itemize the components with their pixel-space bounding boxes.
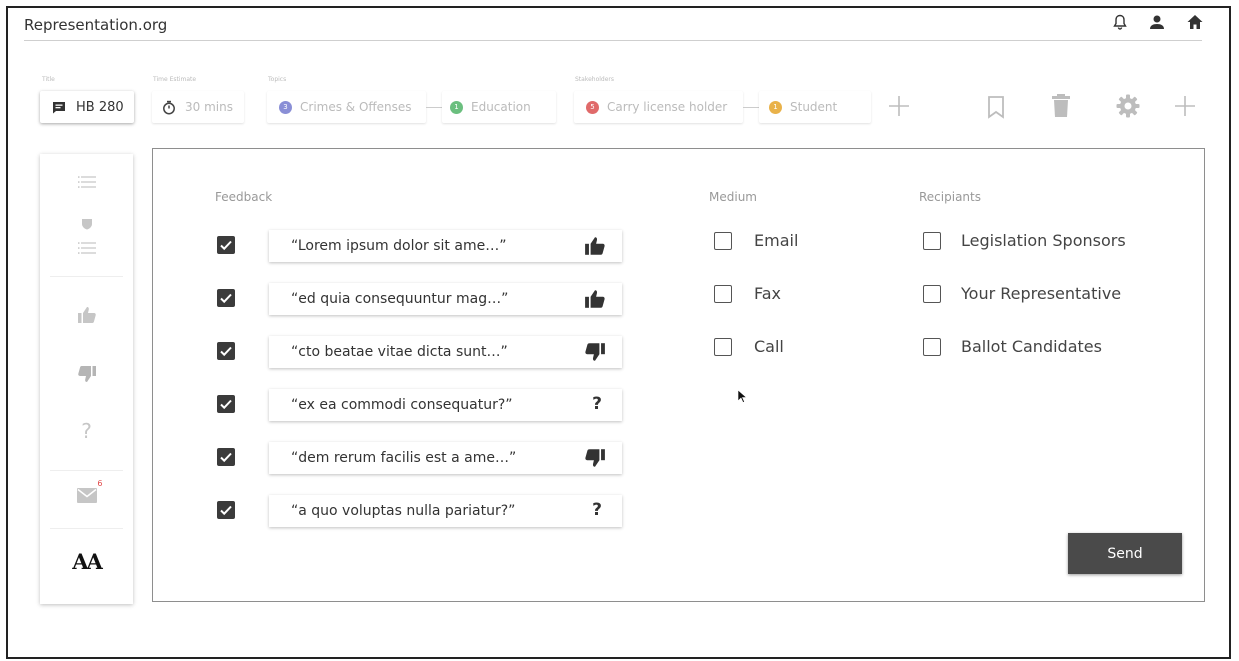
feedback-text: “a quo voluptas nulla pariatur?” (291, 503, 516, 519)
medium-fax-label: Fax (754, 284, 782, 303)
feedback-text: “dem rerum facilis est a ame…” (291, 450, 517, 466)
recipient-candidates-label: Ballot Candidates (961, 337, 1102, 356)
thumbs-up-icon[interactable] (40, 306, 133, 324)
feedback-text: “Lorem ipsum dolor sit ame…” (291, 238, 507, 254)
title-field-label: Title (42, 76, 55, 83)
stakeholder-label: Carry license holder (607, 100, 728, 114)
feedback-text: “cto beatae vitae dicta sunt…” (291, 344, 508, 360)
recipient-sponsors-checkbox[interactable] (923, 232, 941, 250)
feedback-item[interactable]: “a quo voluptas nulla pariatur?” ? (269, 495, 622, 527)
stakeholder-chip[interactable]: 1 Student (759, 91, 871, 123)
medium-fax-checkbox[interactable] (714, 285, 732, 303)
question-icon: ? (592, 394, 602, 414)
mouse-cursor-icon (737, 388, 748, 407)
feedback-checkbox[interactable] (217, 342, 235, 360)
feedback-item[interactable]: “Lorem ipsum dolor sit ame…” (269, 230, 622, 262)
add-stakeholder-icon[interactable] (886, 93, 912, 123)
recipient-sponsors-label: Legislation Sponsors (961, 231, 1126, 250)
thumbs-down-icon[interactable] (40, 365, 133, 383)
top-icons (1113, 14, 1203, 30)
user-icon[interactable] (1149, 14, 1165, 30)
topics-field-label: Topics (268, 76, 287, 83)
feedback-item[interactable]: “dem rerum facilis est a ame…” (269, 442, 622, 474)
mail-count-badge: 6 (97, 479, 103, 488)
topic-chip[interactable]: 1 Education (442, 91, 556, 123)
feedback-checkbox[interactable] (217, 395, 235, 413)
topic-badge: 1 (450, 100, 463, 114)
stakeholder-label: Student (790, 100, 838, 114)
recipient-representative-checkbox[interactable] (923, 285, 941, 303)
chip-connector (426, 107, 442, 108)
feedback-item[interactable]: “ex ea commodi consequatur?” ? (269, 389, 622, 421)
send-button[interactable]: Send (1068, 533, 1182, 574)
trash-icon[interactable] (1050, 94, 1072, 122)
font-size-button[interactable]: AA (40, 549, 133, 574)
sidebar-divider (50, 470, 123, 471)
list-icon[interactable] (40, 242, 133, 254)
recipient-candidates-checkbox[interactable] (923, 338, 941, 356)
recipient-representative-label: Your Representative (961, 284, 1122, 303)
gear-icon[interactable] (1116, 94, 1140, 122)
bill-title: HB 280 (76, 99, 124, 115)
feedback-checkbox[interactable] (217, 501, 235, 519)
medium-call-checkbox[interactable] (714, 338, 732, 356)
topic-label: Education (471, 100, 531, 114)
stakeholder-badge: 5 (586, 100, 599, 114)
thumbs-up-icon (584, 236, 606, 260)
shield-icon[interactable] (40, 218, 133, 230)
sidebar-divider (50, 276, 123, 277)
thumbs-down-icon (584, 448, 606, 472)
bookmark-icon[interactable] (986, 95, 1006, 123)
site-title[interactable]: Representation.org (24, 16, 167, 34)
medium-label: Medium (709, 190, 757, 204)
mail-icon[interactable]: 6 (40, 479, 133, 504)
thumbs-up-icon (584, 289, 606, 313)
stakeholder-badge: 1 (769, 100, 782, 114)
chip-connector (743, 107, 759, 108)
bell-icon[interactable] (1113, 14, 1127, 30)
feedback-text: “ed quia consequuntur mag…” (291, 291, 509, 307)
stakeholders-field-label: Stakeholders (575, 76, 615, 83)
topic-label: Crimes & Offenses (300, 100, 412, 114)
medium-call-label: Call (754, 337, 784, 356)
time-estimate-chip[interactable]: 30 mins (152, 91, 244, 123)
feedback-checkbox[interactable] (217, 289, 235, 307)
time-field-label: Time Estimate (153, 76, 197, 83)
time-estimate-value: 30 mins (185, 100, 233, 114)
sidebar: ? 6 AA (40, 154, 133, 604)
feedback-text: “ex ea commodi consequatur?” (291, 397, 513, 413)
feedback-label: Feedback (215, 190, 273, 204)
home-icon[interactable] (1187, 14, 1203, 30)
add-icon[interactable] (1172, 93, 1198, 123)
sidebar-divider (50, 528, 123, 529)
question-icon: ? (592, 500, 602, 520)
main-panel (152, 148, 1205, 602)
stakeholder-chip[interactable]: 5 Carry license holder (574, 91, 743, 123)
header-divider (24, 40, 1202, 41)
medium-email-checkbox[interactable] (714, 232, 732, 250)
topic-badge: 3 (279, 100, 292, 114)
feedback-item[interactable]: “ed quia consequuntur mag…” (269, 283, 622, 315)
feedback-checkbox[interactable] (217, 448, 235, 466)
list-icon[interactable] (40, 176, 133, 188)
timer-icon (162, 100, 176, 115)
bill-title-chip[interactable]: HB 280 (40, 91, 134, 123)
question-icon[interactable]: ? (40, 419, 133, 443)
feedback-item[interactable]: “cto beatae vitae dicta sunt…” (269, 336, 622, 368)
medium-email-label: Email (754, 231, 799, 250)
feedback-checkbox[interactable] (217, 236, 235, 254)
topic-chip[interactable]: 3 Crimes & Offenses (267, 91, 426, 123)
comment-icon (52, 101, 66, 114)
thumbs-down-icon (584, 342, 606, 366)
recipients-label: Recipiants (919, 190, 981, 204)
